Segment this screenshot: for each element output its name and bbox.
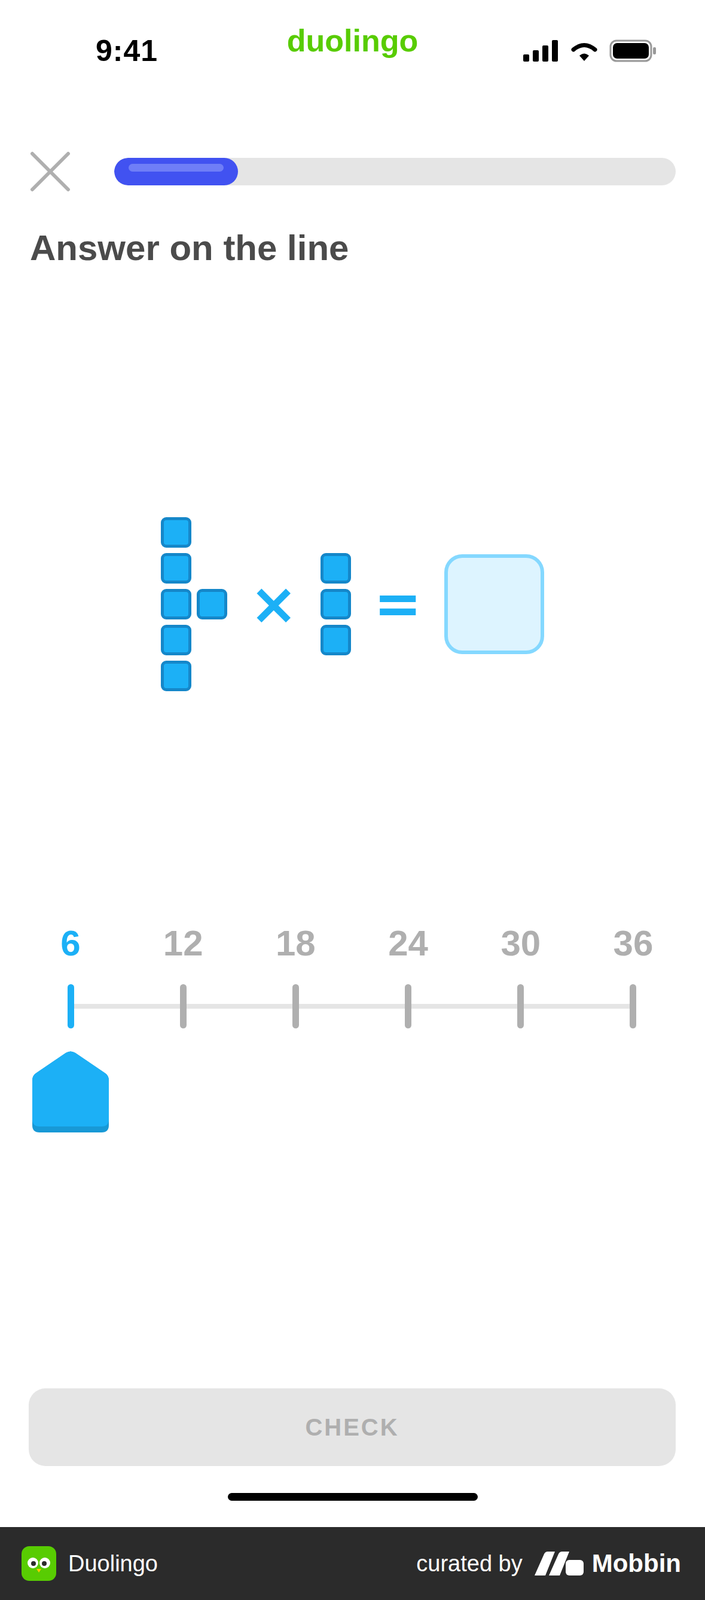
tick-cell[interactable]	[147, 984, 219, 1029]
home-indicator	[0, 1466, 705, 1528]
tick-cell[interactable]	[372, 984, 445, 1029]
handle-track	[70, 1050, 634, 1133]
tick-cell[interactable]	[484, 984, 557, 1029]
home-bar	[227, 1493, 478, 1501]
wifi-icon	[568, 39, 600, 63]
tick-cell[interactable]	[259, 984, 332, 1029]
slider-handle-icon[interactable]	[32, 1050, 109, 1133]
tick-label[interactable]: 24	[372, 920, 445, 967]
block	[160, 624, 192, 656]
number-ticks	[0, 984, 705, 1029]
mobbin-logo-icon	[534, 1551, 585, 1576]
footer-app: Duolingo	[21, 1546, 158, 1582]
equation: ×=	[0, 517, 705, 691]
mobbin-brand: Mobbin	[534, 1549, 682, 1579]
duolingo-owl-icon	[21, 1546, 57, 1582]
tick-label[interactable]: 36	[597, 920, 670, 967]
curated-by: curated by	[416, 1551, 523, 1577]
status-bar: 9:41duolingo	[0, 0, 705, 102]
tick-mark[interactable]	[517, 984, 524, 1029]
block	[320, 624, 352, 656]
block-column	[160, 517, 192, 692]
answer-box	[444, 554, 545, 655]
tick-label[interactable]: 30	[484, 920, 557, 967]
progress-bar	[114, 157, 676, 186]
check-button: CHECK	[28, 1388, 676, 1467]
tick-cell[interactable]	[34, 984, 107, 1029]
tick-mark[interactable]	[67, 984, 75, 1029]
number-line: 6 12 18 24 30 36	[0, 920, 705, 1133]
footer-credit: curated by Mobbin	[416, 1549, 682, 1579]
equals-sign: =	[373, 574, 422, 634]
block	[160, 517, 192, 548]
block-figure	[320, 553, 352, 656]
tick-label[interactable]: 6	[34, 920, 107, 967]
tick-mark[interactable]	[404, 984, 412, 1029]
block	[160, 553, 192, 584]
block	[196, 588, 228, 620]
prompt-title: Answer on the line	[0, 225, 705, 271]
progress-fill	[114, 157, 238, 186]
status-icons	[523, 39, 658, 63]
number-labels: 6 12 18 24 30 36	[0, 920, 705, 967]
footer-app-name: Duolingo	[68, 1551, 158, 1577]
battery-icon	[609, 39, 658, 63]
lesson-header	[0, 141, 705, 202]
tick-label[interactable]: 12	[147, 920, 219, 967]
close-icon[interactable]	[29, 151, 71, 192]
block	[320, 553, 352, 584]
tick-label[interactable]: 18	[259, 920, 332, 967]
tick-mark[interactable]	[179, 984, 187, 1029]
tick-mark[interactable]	[292, 984, 299, 1029]
number-line-track	[70, 1003, 634, 1009]
block-figure	[160, 517, 228, 692]
block-column	[320, 553, 352, 656]
times-sign: ×	[249, 574, 298, 634]
tick-mark[interactable]	[629, 984, 637, 1029]
progress-shine	[128, 163, 224, 172]
block-column	[196, 588, 228, 620]
block	[160, 588, 192, 620]
block	[160, 660, 192, 692]
footer: Duolingo curated by Mobbin	[0, 1527, 705, 1600]
signal-icon	[523, 40, 560, 62]
block	[320, 588, 352, 620]
mobbin-name: Mobbin	[591, 1549, 682, 1579]
tick-cell[interactable]	[597, 984, 670, 1029]
duolingo-logo: duolingo	[0, 22, 705, 59]
clock: 9:41	[95, 33, 158, 69]
